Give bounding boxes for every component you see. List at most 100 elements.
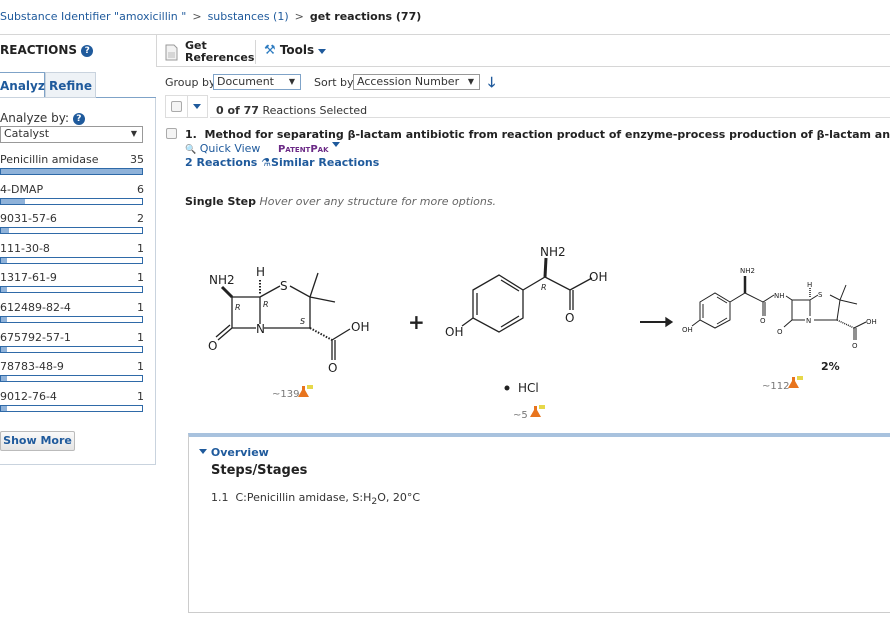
analysis-item[interactable]: 9031-57-6 2 bbox=[0, 212, 156, 238]
analysis-item-bar-fill bbox=[1, 287, 7, 293]
selection-suffix: Reactions Selected bbox=[262, 104, 368, 117]
result-number: 1. bbox=[185, 128, 197, 141]
atom-label: H bbox=[256, 265, 265, 279]
analysis-item-count: 1 bbox=[137, 360, 144, 374]
flask-icon: ⚗ bbox=[261, 156, 272, 169]
patentpak-link[interactable]: PatentPak bbox=[278, 142, 340, 155]
divider bbox=[156, 66, 890, 67]
stereo-label: S bbox=[300, 317, 305, 326]
step-hint: Hover over any structure for more option… bbox=[259, 195, 497, 208]
analysis-item[interactable]: 9012-76-4 1 bbox=[0, 390, 156, 416]
analysis-item[interactable]: Penicillin amidase 35 bbox=[0, 153, 156, 179]
chevron-down-icon bbox=[199, 449, 207, 454]
help-icon[interactable]: ? bbox=[81, 45, 94, 57]
breadcrumb-substance-identifier[interactable]: Substance Identifier "amoxicillin " bbox=[0, 10, 186, 23]
analysis-item-label: 612489-82-4 bbox=[0, 301, 71, 314]
chevron-down-icon bbox=[318, 49, 327, 54]
tools-menu-button[interactable]: ⚒ Tools bbox=[264, 43, 327, 58]
atom-label: NH bbox=[774, 292, 785, 300]
analysis-item-bar bbox=[0, 256, 143, 264]
atom-label: OH bbox=[589, 270, 607, 284]
reactions-count-link[interactable]: 2 Reactions bbox=[185, 156, 257, 169]
divider bbox=[255, 40, 256, 64]
arrow-head-icon bbox=[665, 316, 674, 328]
atom-label: OH bbox=[445, 325, 463, 339]
analysis-item[interactable]: 78783-48-9 1 bbox=[0, 360, 156, 386]
flask-icon[interactable] bbox=[530, 405, 545, 417]
document-icon bbox=[165, 44, 178, 61]
sort-by-select[interactable]: Accession Number ▼ bbox=[353, 74, 480, 90]
analysis-item-label: 78783-48-9 bbox=[0, 360, 64, 374]
result-checkbox[interactable] bbox=[166, 128, 177, 139]
selection-status: 0 of 77 Reactions Selected bbox=[210, 97, 890, 118]
divider bbox=[156, 35, 157, 67]
chevron-down-icon: ▼ bbox=[467, 77, 474, 86]
salt-bullet bbox=[504, 385, 510, 391]
analysis-item-label: Penicillin amidase bbox=[0, 153, 99, 166]
analyze-by-select[interactable]: Catalyst ▼ bbox=[0, 126, 143, 143]
analysis-item-count: 1 bbox=[137, 271, 144, 285]
atom-label: NH2 bbox=[740, 267, 755, 275]
analysis-item[interactable]: 111-30-8 1 bbox=[0, 242, 156, 268]
flask-icon[interactable] bbox=[298, 385, 313, 397]
analysis-item-bar bbox=[0, 168, 143, 175]
analysis-item-bar-fill bbox=[1, 169, 142, 174]
sort-direction-arrow-icon[interactable]: 🡓 bbox=[488, 72, 495, 96]
breadcrumb-substances[interactable]: substances (1) bbox=[208, 10, 289, 23]
analysis-item[interactable]: 612489-82-4 1 bbox=[0, 301, 156, 327]
reactions-title: REACTIONS ? bbox=[0, 43, 94, 57]
reference-count[interactable]: ~112 bbox=[762, 381, 789, 392]
result-links: 🔍 Quick View PatentPak bbox=[185, 142, 340, 155]
analysis-item-bar-fill bbox=[1, 198, 26, 204]
reference-count[interactable]: ~5 bbox=[513, 410, 528, 421]
analysis-item-bar-fill bbox=[1, 346, 7, 352]
salt-label: HCl bbox=[518, 381, 539, 395]
steps-heading: Steps/Stages bbox=[211, 463, 308, 478]
analysis-item[interactable]: 4-DMAP 6 bbox=[0, 183, 156, 209]
show-more-button[interactable]: Show More bbox=[0, 431, 75, 451]
stereo-label: R bbox=[235, 303, 241, 312]
result-title-text: Method for separating β-lactam antibioti… bbox=[204, 128, 890, 141]
analysis-item-count: 1 bbox=[137, 241, 144, 255]
flask-icon[interactable] bbox=[788, 376, 803, 388]
analysis-item-count: 1 bbox=[137, 330, 144, 344]
tab-refine[interactable]: Refine bbox=[45, 72, 96, 98]
analysis-item-bar-fill bbox=[1, 228, 10, 234]
quick-view-link[interactable]: Quick View bbox=[200, 142, 261, 155]
select-all-checkbox[interactable] bbox=[171, 101, 182, 112]
atom-label: NH2 bbox=[540, 245, 566, 259]
analysis-item-count: 6 bbox=[137, 182, 144, 196]
tab-analyze[interactable]: Analyze bbox=[0, 72, 53, 98]
sort-by-value: Accession Number bbox=[357, 75, 460, 88]
analysis-item[interactable]: 675792-57-1 1 bbox=[0, 331, 156, 357]
analysis-item[interactable]: 1317-61-9 1 bbox=[0, 271, 156, 297]
reference-count[interactable]: ~139 bbox=[272, 389, 299, 400]
analysis-item-count: 1 bbox=[137, 301, 144, 314]
help-icon[interactable]: ? bbox=[72, 113, 85, 125]
select-menu-chevron-icon[interactable] bbox=[193, 104, 201, 109]
group-by-select[interactable]: Document ▼ bbox=[213, 74, 301, 90]
analysis-item-bar-fill bbox=[1, 257, 7, 263]
overview-toggle[interactable]: Overview bbox=[199, 446, 269, 459]
analysis-item-bar-fill bbox=[1, 376, 7, 382]
analysis-item-bar bbox=[0, 227, 143, 235]
selection-count: 0 of 77 bbox=[216, 104, 259, 117]
atom-label: H bbox=[807, 281, 812, 289]
similar-reactions-link[interactable]: Similar Reactions bbox=[271, 156, 379, 169]
step-conditions: C:Penicillin amidase, S:H bbox=[235, 491, 372, 504]
analysis-item-bar-fill bbox=[1, 405, 7, 411]
analysis-item-label: 9031-57-6 bbox=[0, 212, 57, 226]
reactions-title-text: REACTIONS bbox=[0, 43, 78, 57]
reaction-links: 2 Reactions ⚗Similar Reactions bbox=[185, 156, 379, 169]
breadcrumb-separator: > bbox=[192, 10, 202, 23]
sort-by-label: Sort by: bbox=[314, 76, 357, 89]
group-by-value: Document bbox=[217, 75, 274, 88]
atom-label: S bbox=[280, 279, 288, 293]
yield-label: 2% bbox=[821, 360, 840, 373]
analysis-item-label: 1317-61-9 bbox=[0, 271, 57, 285]
analysis-item-bar bbox=[0, 316, 143, 323]
analyze-by-value: Catalyst bbox=[4, 127, 50, 140]
result-title[interactable]: 1. Method for separating β-lactam antibi… bbox=[185, 128, 890, 141]
chevron-down-icon: ▼ bbox=[288, 77, 295, 86]
reaction-scheme: NH2 H S N O OH O R R S + NH2 OH OH O R H… bbox=[208, 245, 877, 421]
